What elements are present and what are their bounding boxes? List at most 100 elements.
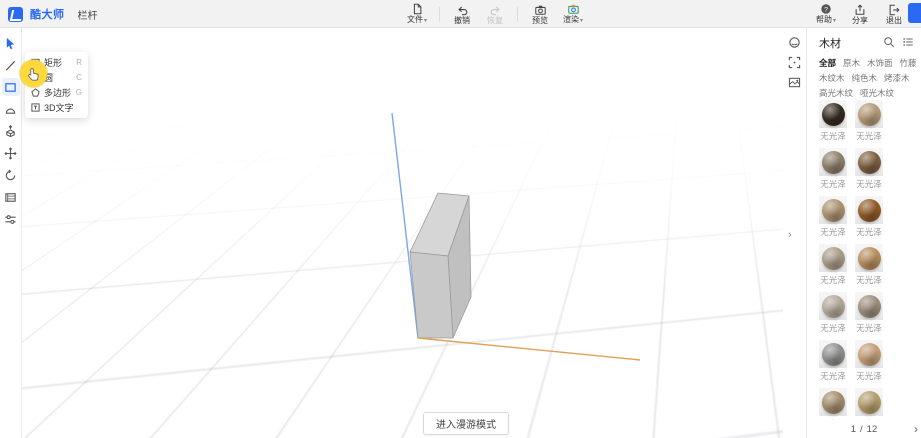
rotate-tool-icon — [5, 169, 16, 180]
exit-icon — [889, 4, 900, 15]
exit-button[interactable]: 退出 — [883, 4, 905, 25]
material-thumbnail — [819, 292, 847, 320]
material-finish-label: 无光泽 — [820, 275, 846, 285]
panel-collapse-chevron[interactable]: › — [788, 230, 792, 241]
material-ball-icon — [789, 37, 800, 48]
material-tool-button[interactable] — [2, 188, 20, 206]
axis-vertical-blue — [391, 112, 419, 339]
render-camera-icon — [567, 4, 579, 14]
material-category-tab[interactable]: 哑光木纹 — [860, 86, 894, 101]
scene-overlay — [391, 112, 641, 361]
material-finish-label: 无光泽 — [820, 131, 846, 141]
material-thumbnail — [819, 148, 847, 176]
material-thumbnail — [855, 292, 883, 320]
material-thumbnail — [855, 148, 883, 176]
walk-mode-button[interactable]: 进入漫游模式 — [423, 412, 509, 435]
material-category-tab[interactable]: 烤漆木 — [884, 71, 910, 86]
arc-tool-button[interactable] — [2, 100, 20, 118]
material-thumbnail — [855, 100, 883, 128]
app-window: 酷大师 栏杆 文件▾ 撤销 恢复 预览 渲染▾ ? 帮助▾ 分享 退出 进入漫游… — [0, 0, 921, 438]
material-category-tab[interactable]: 高光木纹 — [819, 86, 853, 101]
material-item[interactable]: 无光泽 — [819, 244, 847, 286]
box-object[interactable] — [409, 192, 472, 339]
material-sphere — [857, 342, 881, 366]
menu-item-polygon[interactable]: 多边形 G — [25, 85, 88, 100]
share-button[interactable]: 分享 — [849, 4, 871, 25]
corner-blue-button[interactable] — [908, 3, 921, 23]
redo-icon — [490, 6, 500, 15]
materials-grid: 无光泽无光泽无光泽无光泽无光泽无光泽无光泽无光泽无光泽无光泽无光泽无光泽无光泽无… — [819, 100, 918, 420]
material-category-tab[interactable]: 木纹木 — [819, 71, 845, 86]
material-list-view-button[interactable] — [902, 35, 915, 48]
material-item[interactable]: 无光泽 — [819, 292, 847, 334]
material-finish-label: 无光泽 — [820, 227, 846, 237]
viewport-3d[interactable]: 进入漫游模式 — [22, 28, 806, 438]
material-search-button[interactable] — [883, 35, 896, 48]
material-category-tab[interactable]: 竹藤 — [900, 56, 917, 71]
material-category-tab[interactable]: 纯色木 — [852, 71, 878, 86]
preview-button[interactable]: 预览 — [529, 4, 551, 25]
material-sphere — [821, 102, 845, 126]
material-item[interactable]: 无光泽 — [855, 244, 883, 286]
material-item[interactable]: 无光泽 — [819, 340, 847, 382]
material-category-tab[interactable]: 木饰面 — [867, 56, 893, 71]
menu-item-3d-text[interactable]: 3D文字 — [25, 100, 88, 115]
material-thumbnail — [819, 196, 847, 224]
material-item[interactable]: 无光泽 — [819, 388, 847, 420]
material-sphere — [857, 198, 881, 222]
preview-camera-icon — [534, 5, 546, 15]
pagination-next-button[interactable]: › — [914, 422, 918, 436]
material-item[interactable]: 无光泽 — [855, 100, 883, 142]
snapshot-button[interactable] — [787, 75, 802, 90]
material-item[interactable]: 无光泽 — [855, 148, 883, 190]
material-thumbnail — [855, 196, 883, 224]
adjust-tool-button[interactable] — [2, 210, 20, 228]
material-item[interactable]: 无光泽 — [855, 292, 883, 334]
material-category-tab[interactable]: 全部 — [819, 56, 836, 71]
move-tool-button[interactable] — [2, 144, 20, 162]
material-finish-label: 无光泽 — [820, 371, 846, 381]
app-logo-icon — [8, 6, 23, 22]
list-view-icon — [903, 38, 913, 46]
push-pull-tool-button[interactable] — [2, 122, 20, 140]
file-icon — [413, 3, 422, 14]
material-item[interactable]: 无光泽 — [819, 148, 847, 190]
materials-panel: 木材 全部 原木 木饰面 竹藤 木纹木 纯色木 烤漆木 高光木纹 哑光木纹 无光泽 无光泽 无光… — [806, 28, 921, 438]
material-sphere — [857, 102, 881, 126]
line-tool-button[interactable] — [2, 56, 20, 74]
material-item[interactable]: 无光泽 — [855, 196, 883, 238]
select-tool-button[interactable] — [2, 34, 20, 52]
chevron-down-icon: ▾ — [832, 17, 836, 24]
pagination-current-page: 1 — [850, 423, 857, 435]
material-sphere — [857, 294, 881, 318]
material-item[interactable]: 无光泽 — [855, 388, 883, 420]
shortcut-key: R — [76, 58, 82, 67]
materials-pagination: 1 / 12 › — [807, 420, 921, 438]
material-thumbnail — [819, 100, 847, 128]
file-menu-button[interactable]: 文件▾ — [406, 3, 428, 26]
material-sphere — [857, 150, 881, 174]
material-finish-label: 无光泽 — [856, 323, 882, 333]
material-category-tab[interactable]: 原木 — [843, 56, 860, 71]
toolbar-divider — [517, 7, 518, 21]
material-item[interactable]: 无光泽 — [819, 196, 847, 238]
redo-button[interactable]: 恢复 — [484, 4, 506, 25]
share-icon — [855, 4, 865, 15]
rotate-tool-button[interactable] — [2, 166, 20, 184]
undo-button[interactable]: 撤销 — [451, 4, 473, 25]
right-tool-strip: › — [783, 28, 806, 438]
material-finish-label: 无光泽 — [856, 131, 882, 141]
chevron-down-icon: ▾ — [579, 17, 583, 24]
material-item[interactable]: 无光泽 — [855, 340, 883, 382]
material-thumbnail — [819, 244, 847, 272]
fit-view-button[interactable] — [787, 55, 802, 70]
box-front-face — [409, 251, 454, 339]
material-item[interactable]: 无光泽 — [819, 100, 847, 142]
material-library-button[interactable] — [787, 35, 802, 50]
help-button[interactable]: ? 帮助▾ — [815, 3, 837, 26]
search-icon — [884, 37, 895, 48]
material-categories: 全部 原木 木饰面 竹藤 木纹木 纯色木 烤漆木 高光木纹 哑光木纹 — [807, 54, 921, 101]
axis-horizontal-orange — [417, 337, 641, 361]
render-button[interactable]: 渲染▾ — [562, 3, 584, 26]
rectangle-tool-button[interactable] — [1, 78, 20, 96]
